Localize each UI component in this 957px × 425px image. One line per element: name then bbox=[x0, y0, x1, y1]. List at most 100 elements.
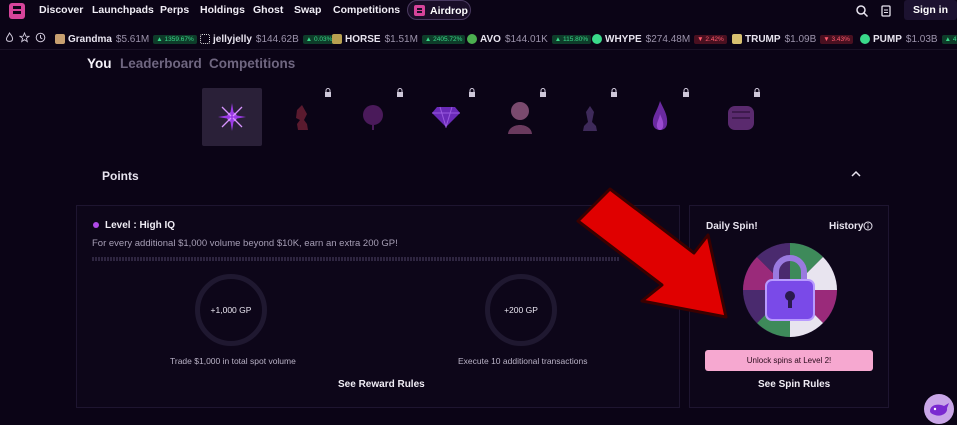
see-reward-rules-link[interactable]: See Reward Rules bbox=[338, 379, 425, 390]
reward-amount: +200 GP bbox=[504, 305, 538, 315]
level-title: Level : High IQ bbox=[105, 220, 176, 231]
nav-holdings[interactable]: Holdings bbox=[200, 4, 245, 16]
annotation-arrow bbox=[576, 187, 728, 319]
lock-icon bbox=[325, 88, 331, 97]
unlock-spins-button[interactable]: Unlock spins at Level 2! bbox=[705, 350, 873, 371]
nav-ghost[interactable]: Ghost bbox=[253, 4, 283, 16]
badge-level-7[interactable] bbox=[630, 88, 690, 146]
search-icon[interactable] bbox=[855, 4, 869, 18]
token-change: ▲ 2405.72% bbox=[421, 34, 466, 44]
token-change: ▲ 4.1 bbox=[941, 34, 957, 44]
level-description: For every additional $1,000 volume beyon… bbox=[92, 238, 398, 249]
lock-icon bbox=[540, 88, 546, 97]
sign-in-button[interactable]: Sign in bbox=[904, 0, 957, 20]
lock-icon bbox=[611, 88, 617, 97]
chat-bubble-button[interactable] bbox=[924, 394, 954, 424]
token-name: PUMP bbox=[873, 33, 902, 45]
badge-level-4[interactable] bbox=[416, 88, 476, 146]
ticker-bar: Grandma $5.61M ▲ 1359.67% jellyjelly $14… bbox=[0, 26, 957, 50]
token-name: AVO bbox=[480, 33, 501, 45]
clock-icon[interactable] bbox=[35, 32, 46, 43]
ticker-item[interactable]: HORSE $1.51M ▲ 2405.72% bbox=[332, 33, 466, 45]
token-change: ▲ 1359.67% bbox=[153, 34, 197, 44]
bust-icon bbox=[508, 102, 532, 134]
token-change: ▼ 3.43% bbox=[820, 34, 853, 44]
nav-airdrop[interactable]: Airdrop bbox=[407, 0, 471, 20]
ticker-item[interactable]: Grandma $5.61M ▲ 1359.67% bbox=[55, 33, 197, 45]
reward-amount: +1,000 GP bbox=[210, 305, 252, 315]
token-change: ▲ 0.03% bbox=[302, 34, 336, 44]
airdrop-label: Airdrop bbox=[430, 5, 468, 17]
tab-competitions[interactable]: Competitions bbox=[209, 56, 295, 71]
ticker-item[interactable]: jellyjelly $144.62B ▲ 0.03% bbox=[200, 33, 336, 45]
ticker-item[interactable]: AVO $144.01K ▲ 115.80% bbox=[467, 33, 592, 45]
clipboard-icon[interactable] bbox=[879, 4, 893, 18]
level-progress-bar bbox=[92, 257, 620, 261]
ticker-item[interactable]: PUMP $1.03B ▲ 4.1 bbox=[860, 33, 957, 45]
balloon-icon bbox=[363, 105, 383, 130]
star-icon[interactable] bbox=[19, 32, 30, 43]
points-title: Points bbox=[102, 169, 139, 183]
token-mcap: $144.01K bbox=[504, 33, 548, 45]
token-mcap: $274.48M bbox=[645, 33, 691, 45]
lock-icon bbox=[397, 88, 403, 97]
chess-knight-icon bbox=[296, 105, 308, 130]
nav-perps[interactable]: Perps bbox=[160, 4, 189, 16]
token-avatar bbox=[55, 34, 65, 44]
chess-piece-icon bbox=[583, 106, 597, 131]
token-name: HORSE bbox=[345, 33, 381, 45]
badge-level-2[interactable] bbox=[272, 88, 332, 146]
lock-icon bbox=[469, 88, 475, 97]
nav-discover[interactable]: Discover bbox=[39, 4, 83, 16]
history-link[interactable]: History bbox=[829, 221, 863, 232]
chevron-up-icon[interactable] bbox=[851, 170, 861, 177]
reward-ring: +200 GP bbox=[485, 274, 557, 346]
token-mcap: $144.62B bbox=[255, 33, 299, 45]
points-section-header[interactable]: Points bbox=[87, 158, 869, 192]
fire-icon[interactable] bbox=[4, 32, 15, 43]
token-avatar bbox=[332, 34, 342, 44]
reward-task: Trade $1,000 in total spot volume bbox=[170, 356, 296, 366]
token-avatar bbox=[200, 34, 210, 44]
tab-you[interactable]: You bbox=[87, 56, 112, 71]
token-avatar bbox=[732, 34, 742, 44]
app-logo-icon[interactable] bbox=[8, 2, 26, 20]
reward-ring: +1,000 GP bbox=[195, 274, 267, 346]
see-spin-rules-link[interactable]: See Spin Rules bbox=[758, 379, 830, 390]
sparkle-icon bbox=[93, 222, 99, 228]
token-name: TRUMP bbox=[745, 33, 781, 45]
nav-swap[interactable]: Swap bbox=[294, 4, 321, 16]
airdrop-icon bbox=[414, 5, 425, 16]
token-change: ▼ 2.42% bbox=[694, 34, 727, 44]
fist-icon bbox=[728, 106, 754, 130]
token-mcap: $1.51M bbox=[384, 33, 418, 45]
token-mcap: $1.09B bbox=[784, 33, 817, 45]
lock-icon bbox=[754, 88, 760, 97]
token-change: ▲ 115.80% bbox=[551, 34, 592, 44]
ticker-item[interactable]: WHYPE $274.48M ▼ 2.42% bbox=[592, 33, 727, 45]
token-name: Grandma bbox=[68, 33, 112, 45]
badge-level-3[interactable] bbox=[342, 88, 402, 146]
token-mcap: $1.03B bbox=[905, 33, 938, 45]
diamond-icon bbox=[432, 106, 460, 128]
reward-task: Execute 10 additional transactions bbox=[458, 356, 588, 366]
flame-icon bbox=[652, 101, 668, 130]
badge-level-8[interactable] bbox=[712, 88, 772, 146]
tab-leaderboard[interactable]: Leaderboard bbox=[120, 56, 202, 71]
badge-high-iq[interactable] bbox=[202, 88, 262, 146]
lock-icon bbox=[683, 88, 689, 97]
token-name: jellyjelly bbox=[213, 33, 252, 45]
token-avatar bbox=[592, 34, 602, 44]
nav-competitions[interactable]: Competitions bbox=[333, 4, 400, 16]
ticker-item[interactable]: TRUMP $1.09B ▼ 3.43% bbox=[732, 33, 853, 45]
sparkle-icon bbox=[218, 103, 246, 131]
info-icon[interactable] bbox=[863, 221, 873, 231]
token-avatar bbox=[860, 34, 870, 44]
top-nav: Discover Launchpads Perps Holdings Ghost… bbox=[0, 0, 957, 22]
nav-launchpads[interactable]: Launchpads bbox=[92, 4, 154, 16]
whale-icon bbox=[930, 403, 949, 416]
token-name: WHYPE bbox=[605, 33, 642, 45]
token-avatar bbox=[467, 34, 477, 44]
token-mcap: $5.61M bbox=[115, 33, 150, 45]
spin-wheel-icon[interactable] bbox=[742, 242, 838, 338]
